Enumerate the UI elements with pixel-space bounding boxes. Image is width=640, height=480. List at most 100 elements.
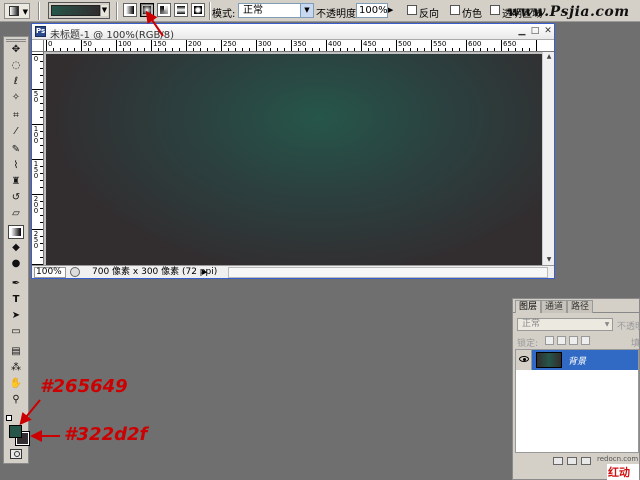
foreground-color-swatch[interactable] [9,425,22,438]
eyedropper-icon[interactable]: ⁄ [8,125,24,139]
ruler-label: 350 [293,40,307,48]
magic-wand-icon[interactable]: ✧ [8,91,24,105]
type-icon[interactable]: T [8,293,24,307]
layers-panel-footer: redocn.com 红动中国 [513,455,639,480]
reverse-label: 反向 [419,9,439,20]
lock-position-icon[interactable] [569,336,578,345]
dodge-icon[interactable]: ● [8,257,24,271]
ruler-tick [40,82,43,83]
transparency-checkbox[interactable] [490,5,500,15]
crop-icon[interactable]: ⌗ [8,109,24,123]
ruler-tick [305,48,306,51]
chevron-down-icon[interactable]: ▼ [100,5,108,16]
lock-image-icon[interactable] [557,336,566,345]
horizontal-scrollbar[interactable] [228,267,548,278]
ruler-tick [312,48,313,51]
linear-gradient-button[interactable] [123,3,137,17]
link-layers-icon[interactable] [553,457,563,465]
zoom-input[interactable]: 100% [34,267,66,278]
pen-icon[interactable]: ✒ [8,277,24,291]
ruler-horizontal[interactable]: 0 50 100 150 200 250 300 350 400 450 500 550 600 650 [44,40,554,52]
ruler-label: 500 [398,40,412,48]
mode-select[interactable]: 正常 ▼ [238,3,314,18]
chevron-right-icon[interactable]: ▶ [388,4,397,17]
ruler-tick [487,48,488,51]
ruler-tick [40,96,43,97]
opacity-value: 100% [359,5,388,16]
foreground-hex-annotation: #265649 [40,376,128,397]
ruler-tick [40,138,43,139]
dither-checkbox[interactable] [450,5,460,15]
layer-thumbnail [536,352,562,368]
eraser-icon[interactable]: ▱ [8,207,24,221]
ruler-tick [116,40,117,51]
brush-icon[interactable]: ⌇ [8,159,24,173]
default-colors-icon[interactable] [6,415,12,421]
ruler-tick [529,48,530,51]
chevron-right-icon[interactable]: ▶ [202,267,207,278]
gradient-icon[interactable] [8,225,24,239]
ruler-corner[interactable] [32,40,44,52]
canvas-gradient[interactable] [46,54,543,268]
lasso-icon[interactable]: ℓ [8,75,24,89]
close-icon[interactable]: ✕ [542,26,554,37]
layer-row-background[interactable]: 背景 [516,350,638,370]
ruler-tick [375,48,376,51]
status-info-icon[interactable] [70,267,80,277]
quick-mask-icon[interactable] [10,449,22,459]
tab-channels[interactable]: 通道 [541,300,568,313]
lock-transparency-icon[interactable] [545,336,554,345]
minimize-icon[interactable]: ▁ [516,26,528,37]
clone-stamp-icon[interactable]: ♜ [8,175,24,189]
ruler-tick [389,48,390,51]
reverse-checkbox[interactable] [407,5,417,15]
radial-gradient-button[interactable] [140,3,154,17]
toolbox-grip[interactable] [6,39,26,42]
ruler-tick [95,48,96,51]
vertical-scrollbar[interactable]: ▲ ▼ [542,52,554,265]
document-titlebar[interactable]: Ps 未标题-1 @ 100%(RGB/8) ▁ □ ✕ [32,24,554,41]
diamond-gradient-button[interactable] [191,3,205,17]
path-select-icon[interactable]: ➤ [8,309,24,323]
linear-gradient-icon [126,6,134,14]
ruler-label: 1 0 0 [33,125,39,145]
scroll-up-icon[interactable]: ▲ [544,52,554,62]
lock-all-icon[interactable] [581,336,590,345]
ruler-tick [88,48,89,51]
measure-icon[interactable]: ⁂ [8,361,24,375]
ruler-tick [354,48,355,51]
ruler-tick [214,48,215,51]
layer-style-icon[interactable] [567,457,577,465]
ruler-tick [438,48,439,51]
chevron-down-icon: ▼ [604,321,610,328]
ruler-label: 650 [503,40,517,48]
marquee-icon[interactable]: ◌ [8,59,24,73]
notes-icon[interactable]: ▤ [8,345,24,359]
angle-gradient-button[interactable] [157,3,171,17]
new-layer-icon[interactable] [581,457,591,465]
opacity-input[interactable]: 100% ▶ [356,3,393,18]
ruler-tick [60,48,61,51]
tab-layers[interactable]: 图层 [515,300,542,313]
ruler-tick [40,166,43,167]
move-icon[interactable]: ✥ [8,43,24,57]
tab-paths[interactable]: 路径 [567,300,594,313]
blur-icon[interactable]: ◆ [8,241,24,255]
healing-brush-icon[interactable]: ✎ [8,143,24,157]
hand-icon[interactable]: ✋ [8,377,24,391]
tool-preset-picker[interactable]: ▼ [4,3,30,19]
zoom-icon[interactable]: ⚲ [8,393,24,407]
ruler-tick [403,48,404,51]
scroll-down-icon[interactable]: ▼ [544,255,554,265]
history-brush-icon[interactable]: ↺ [8,191,24,205]
maximize-icon[interactable]: □ [529,26,541,37]
ruler-vertical[interactable]: 0 5 0 1 0 0 1 5 0 2 0 0 2 5 0 [32,52,44,265]
reflected-gradient-button[interactable] [174,3,188,17]
angle-gradient-icon [160,6,168,14]
blend-mode-select[interactable]: 正常 ▼ [517,318,613,331]
visibility-toggle[interactable] [516,350,532,370]
gradient-picker[interactable]: ▼ [48,2,110,19]
chevron-down-icon: ▼ [22,8,28,16]
shape-icon[interactable]: ▭ [8,325,24,339]
ruler-label: 450 [363,40,377,48]
